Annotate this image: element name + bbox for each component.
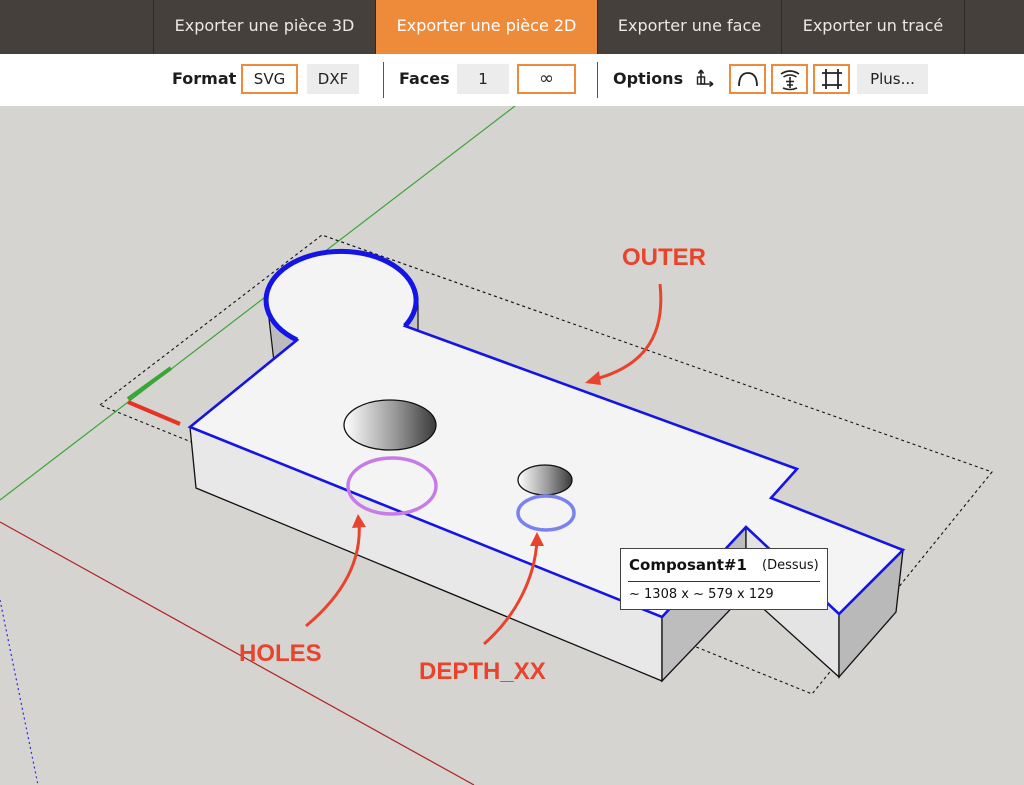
tab-export-face[interactable]: Exporter une face xyxy=(597,0,781,54)
bounding-box-icon xyxy=(821,69,842,89)
holes-annotation: HOLES xyxy=(239,640,322,667)
faces-one-button[interactable]: 1 xyxy=(457,64,509,94)
options-label: Options xyxy=(613,69,684,88)
format-svg-button[interactable]: SVG xyxy=(241,64,298,94)
tooltip-dimensions: ~ 1308 x ~ 579 x 129 xyxy=(629,587,774,602)
outer-arrow xyxy=(591,283,663,382)
faces-label: Faces xyxy=(399,69,450,88)
tab-export-2d-part[interactable]: Exporter une pièce 2D xyxy=(375,0,597,54)
curve-option-button[interactable] xyxy=(729,64,766,94)
origin-green-axis xyxy=(126,366,173,401)
outer-annotation: OUTER xyxy=(622,244,706,271)
format-dxf-button[interactable]: DXF xyxy=(307,64,359,94)
anchor-option-button[interactable] xyxy=(690,64,722,94)
more-options-button[interactable]: Plus... xyxy=(857,64,928,94)
curve-arc-icon xyxy=(737,72,758,87)
format-label: Format xyxy=(172,69,237,88)
3d-viewport[interactable]: OUTER HOLES DEPTH_XX xyxy=(0,106,1024,785)
large-hole[interactable] xyxy=(343,399,437,451)
tooltip-divider xyxy=(628,581,820,582)
origin-red-axis xyxy=(127,400,181,426)
tooltip-view: (Dessus) xyxy=(762,558,819,573)
toolbar-divider xyxy=(597,62,598,98)
outer-arrow-head xyxy=(585,371,601,385)
bounding-box-option-button[interactable] xyxy=(813,64,850,94)
blue-axis-line xyxy=(0,599,39,785)
faces-infinite-button[interactable]: ∞ xyxy=(517,64,576,94)
export-options-toolbar: Format SVG DXF Faces 1 ∞ Options Plus... xyxy=(0,54,1024,106)
tab-export-path[interactable]: Exporter un tracé xyxy=(781,0,965,54)
anchor-axes-icon xyxy=(696,69,714,88)
toolbar-divider xyxy=(383,62,384,98)
depth-option-button[interactable] xyxy=(771,64,808,94)
depth-annotation: DEPTH_XX xyxy=(419,658,546,685)
small-hole[interactable] xyxy=(517,464,573,496)
component-tooltip: Composant#1 (Dessus) ~ 1308 x ~ 579 x 12… xyxy=(620,548,828,610)
export-tab-bar: Exporter une pièce 3D Exporter une pièce… xyxy=(0,0,1024,54)
depth-layers-icon xyxy=(780,70,799,91)
tooltip-title: Composant#1 xyxy=(629,556,747,574)
tab-export-3d-part[interactable]: Exporter une pièce 3D xyxy=(153,0,375,54)
